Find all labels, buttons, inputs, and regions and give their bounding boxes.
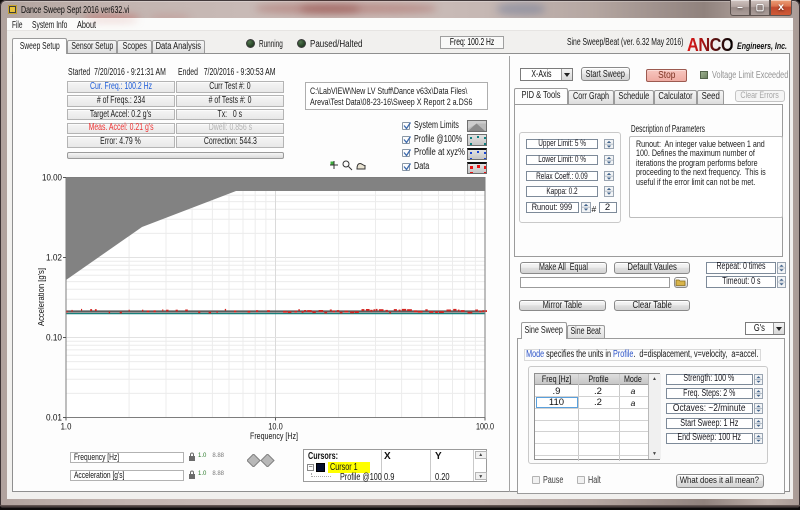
- svg-text:Frequency [Hz]: Frequency [Hz]: [250, 431, 298, 442]
- svg-text:1.02: 1.02: [46, 253, 62, 264]
- svg-text:10.00: 10.00: [42, 173, 62, 184]
- svg-text:1.0: 1.0: [61, 422, 72, 433]
- svg-text:100.0: 100.0: [476, 422, 494, 433]
- svg-text:Acceleration [g's]: Acceleration [g's]: [38, 268, 47, 326]
- svg-text:0.10: 0.10: [46, 333, 62, 344]
- svg-text:0.01: 0.01: [46, 413, 62, 424]
